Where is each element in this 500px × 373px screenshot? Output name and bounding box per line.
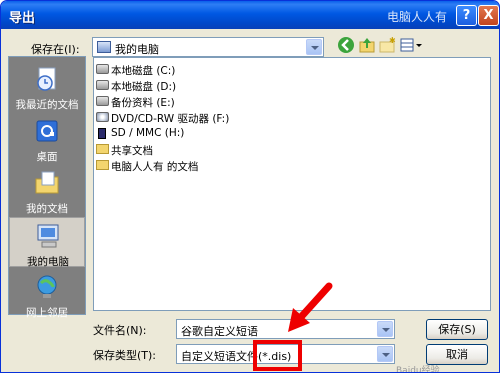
views-menu-icon[interactable] [399, 36, 423, 54]
highlight-box [253, 340, 302, 371]
drive-icon [96, 64, 109, 74]
help-button[interactable]: ? [456, 5, 477, 26]
chevron-down-icon[interactable] [306, 39, 322, 55]
place-label: 桌面 [36, 151, 58, 163]
cd-drive-icon [96, 112, 109, 122]
my-computer-icon [37, 224, 59, 248]
chevron-down-icon[interactable] [377, 321, 393, 337]
dialog-title: 导出 [9, 11, 36, 26]
place-label: 网上邻居 [26, 307, 68, 319]
new-folder-icon[interactable]: ✱ [378, 36, 396, 54]
folder-icon [96, 160, 109, 170]
chevron-down-icon[interactable] [377, 346, 393, 362]
back-icon[interactable] [337, 36, 355, 54]
drive-icon [96, 96, 109, 106]
filetype-label: 保存类型(T): [93, 349, 157, 362]
filename-input[interactable]: 谷歌自定义短语 [176, 319, 395, 339]
file-list: 本地磁盘 (C:) 本地磁盘 (D:) 备份资料 (E:) DVD/CD-RW … [93, 57, 491, 311]
drive-icon [96, 80, 109, 90]
place-label: 我最近的文档 [15, 99, 79, 111]
sd-card-icon [98, 128, 106, 139]
place-label: 我的文档 [26, 203, 68, 215]
close-button[interactable]: X [478, 5, 499, 26]
recent-documents-icon [37, 67, 56, 91]
export-dialog: 导出 电脑人人有 ? X 保存在(I): 我的电脑 ✱ 我最近的文档 桌面 我的… [0, 0, 500, 373]
place-my-documents[interactable]: 我的文档 [9, 165, 85, 215]
filename-value: 谷歌自定义短语 [181, 325, 258, 338]
save-in-value: 我的电脑 [115, 43, 159, 56]
up-folder-icon[interactable] [358, 36, 376, 54]
network-icon [37, 275, 57, 298]
svg-text:✱: ✱ [389, 36, 396, 45]
my-documents-icon [35, 171, 59, 194]
cancel-button[interactable]: 取消 [426, 344, 488, 365]
filename-label: 文件名(N): [93, 324, 147, 337]
place-label: 我的电脑 [27, 256, 69, 268]
place-network[interactable]: 网上邻居 [9, 269, 85, 319]
folder-icon [96, 144, 109, 154]
place-my-computer[interactable]: 我的电脑 [9, 217, 85, 268]
save-button[interactable]: 保存(S) [426, 319, 488, 340]
desktop-icon [36, 120, 58, 142]
watermark-bottom: Baidu经验 [396, 366, 440, 373]
my-computer-small-icon [97, 41, 111, 53]
place-recent-documents[interactable]: 我最近的文档 [9, 61, 85, 111]
place-desktop[interactable]: 桌面 [9, 113, 85, 163]
title-bar[interactable]: 导出 电脑人人有 ? X [1, 1, 499, 29]
places-bar: 我最近的文档 桌面 我的文档 我的电脑 网上邻居 [8, 56, 86, 319]
save-in-label: 保存在(I): [31, 43, 80, 56]
watermark-title: 电脑人人有 [387, 10, 448, 24]
save-in-combo[interactable]: 我的电脑 [92, 37, 324, 57]
